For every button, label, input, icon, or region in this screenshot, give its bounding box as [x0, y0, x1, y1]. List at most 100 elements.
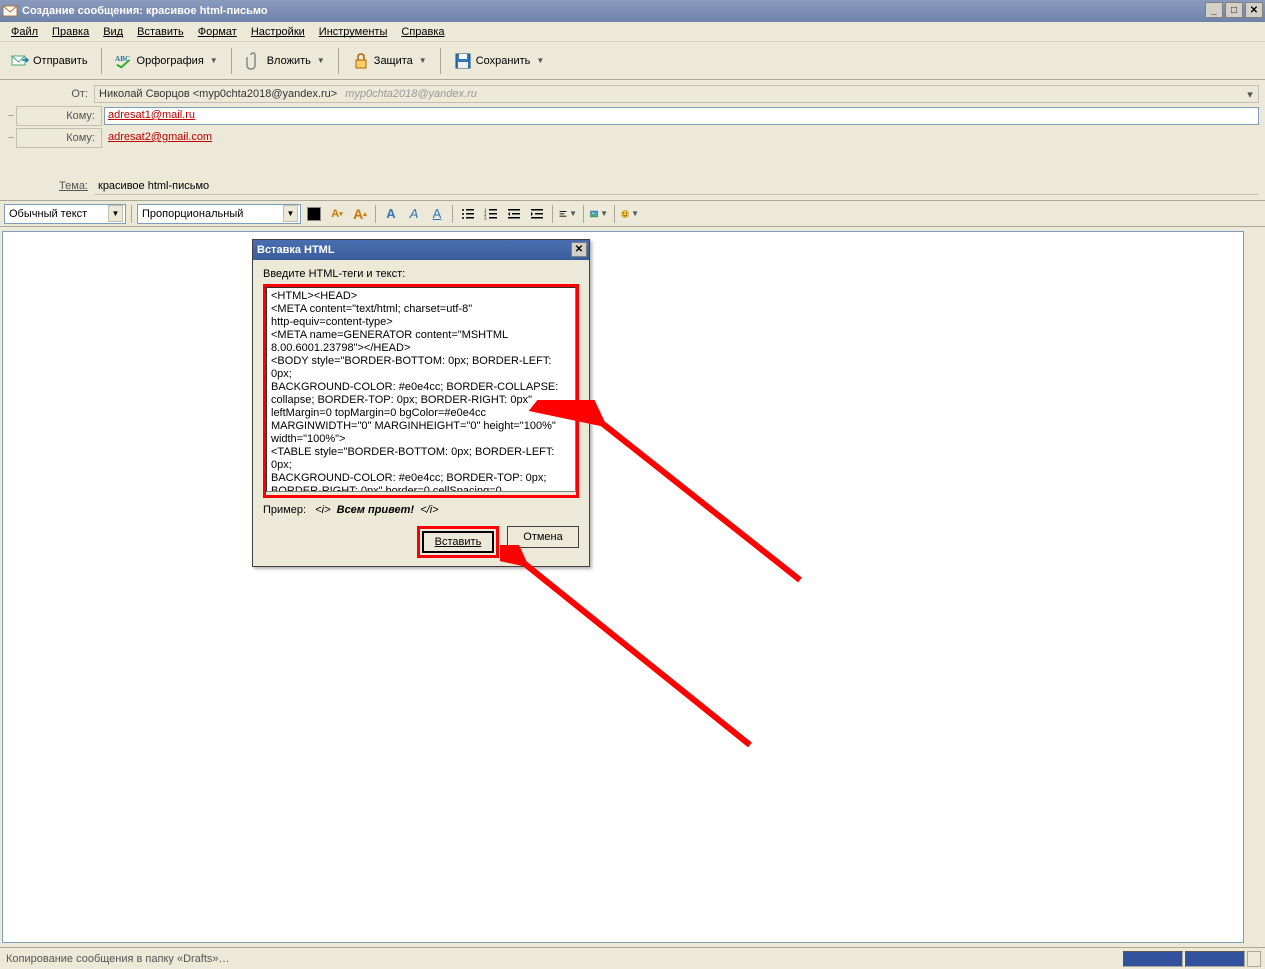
from-account: myp0chta2018@yandex.ru [345, 88, 477, 100]
insert-emoji-button[interactable]: ▼ [620, 204, 640, 224]
separator [338, 48, 339, 74]
dropdown-arrow-icon: ▼ [210, 56, 218, 65]
dialog-example: Пример: <i> Всем привет! </i> [263, 504, 579, 516]
subject-input[interactable] [94, 177, 1259, 195]
cancel-button[interactable]: Отмена [507, 526, 579, 548]
subject-label: Тема: [6, 176, 94, 196]
font-larger-button[interactable]: A▴ [350, 204, 370, 224]
indent-button[interactable] [527, 204, 547, 224]
insert-image-button[interactable]: ▼ [589, 204, 609, 224]
menu-tools[interactable]: Инструменты [312, 24, 395, 40]
italic-button[interactable]: A [404, 204, 424, 224]
dialog-buttons: Вставить Отмена [263, 526, 579, 558]
bullet-list-button[interactable] [458, 204, 478, 224]
dropdown-arrow-icon: ▼ [536, 56, 544, 65]
dialog-body: Введите HTML-теги и текст: Пример: <i> В… [253, 260, 589, 566]
dialog-titlebar: Вставка HTML ✕ [253, 240, 589, 260]
text-color-button[interactable] [304, 204, 324, 224]
remove-recipient-icon[interactable]: − [6, 110, 16, 122]
separator [452, 205, 453, 223]
attach-button[interactable]: Вложить ▼ [238, 47, 332, 75]
separator [614, 205, 615, 223]
security-label: Защита [374, 55, 413, 67]
window-titlebar: Создание сообщения: красивое html-письмо… [0, 0, 1265, 22]
dialog-close-button[interactable]: ✕ [571, 242, 587, 257]
svg-text:3: 3 [484, 217, 487, 221]
app-icon [2, 3, 18, 19]
bold-button[interactable]: A [381, 204, 401, 224]
message-body-editor[interactable] [2, 231, 1244, 943]
menu-file[interactable]: Файл [4, 24, 45, 40]
insert-html-dialog: Вставка HTML ✕ Введите HTML-теги и текст… [252, 239, 590, 567]
separator [583, 205, 584, 223]
from-label: От: [6, 84, 94, 104]
font-combo[interactable]: Пропорциональный▼ [137, 204, 301, 224]
separator [231, 48, 232, 74]
from-value: Николай Сворцов <myp0chta2018@yandex.ru> [95, 88, 337, 100]
spell-label: Орфография [137, 55, 204, 67]
underline-button[interactable]: A [427, 204, 447, 224]
save-label: Сохранить [476, 55, 531, 67]
to-row-1: − Кому: adresat1@mail.ru [6, 106, 1259, 126]
menu-view[interactable]: Вид [96, 24, 130, 40]
align-button[interactable]: ▼ [558, 204, 578, 224]
from-dropdown-icon[interactable]: ▾ [1242, 88, 1258, 101]
spellcheck-button[interactable]: ABC Орфография ▼ [108, 47, 225, 75]
spellcheck-icon: ABC [115, 52, 133, 70]
save-icon [454, 52, 472, 70]
separator [131, 205, 132, 223]
format-toolbar: Обычный текст▼ Пропорциональный▼ A▾ A▴ A… [0, 201, 1265, 227]
send-button[interactable]: Отправить [4, 47, 95, 75]
minimize-button[interactable]: _ [1205, 2, 1223, 18]
resize-grip[interactable] [1247, 951, 1261, 967]
menubar: Файл Правка Вид Вставить Формат Настройк… [0, 22, 1265, 42]
statusbar: Копирование сообщения в папку «Drafts»… [0, 947, 1265, 969]
from-row: От: Николай Сворцов <myp0chta2018@yandex… [6, 84, 1259, 104]
text-mode-combo[interactable]: Обычный текст▼ [4, 204, 126, 224]
status-cells [1123, 951, 1261, 967]
dialog-title: Вставка HTML [257, 244, 335, 256]
html-input-textarea[interactable] [266, 287, 576, 492]
to-label-button[interactable]: Кому: [16, 106, 102, 126]
menu-options[interactable]: Настройки [244, 24, 312, 40]
paperclip-icon [245, 52, 263, 70]
separator [552, 205, 553, 223]
security-button[interactable]: Защита ▼ [345, 47, 434, 75]
send-icon [11, 52, 29, 70]
save-button[interactable]: Сохранить ▼ [447, 47, 552, 75]
close-button[interactable]: ✕ [1245, 2, 1263, 18]
maximize-button[interactable]: □ [1225, 2, 1243, 18]
subject-row: Тема: [6, 176, 1259, 196]
attach-label: Вложить [267, 55, 311, 67]
status-text: Копирование сообщения в папку «Drafts»… [6, 953, 230, 965]
menu-edit[interactable]: Правка [45, 24, 96, 40]
right-gutter [1246, 231, 1263, 943]
dialog-prompt: Введите HTML-теги и текст: [263, 268, 579, 280]
status-cell [1185, 951, 1245, 967]
highlight-insert-button: Вставить [417, 526, 499, 558]
status-cell [1123, 951, 1183, 967]
numbered-list-button[interactable]: 123 [481, 204, 501, 224]
to-label-button[interactable]: Кому: [16, 128, 102, 148]
highlight-textarea [263, 284, 579, 498]
menu-format[interactable]: Формат [191, 24, 244, 40]
to-row-2: − Кому: adresat2@gmail.com [6, 128, 1259, 148]
lock-icon [352, 52, 370, 70]
remove-recipient-icon[interactable]: − [6, 132, 16, 144]
to-input-1[interactable]: adresat1@mail.ru [104, 107, 1259, 125]
window-controls: _ □ ✕ [1205, 2, 1263, 18]
message-headers: От: Николай Сворцов <myp0chta2018@yandex… [0, 80, 1265, 201]
menu-help[interactable]: Справка [394, 24, 451, 40]
separator [101, 48, 102, 74]
toolbar: Отправить ABC Орфография ▼ Вложить ▼ Защ… [0, 42, 1265, 80]
send-label: Отправить [33, 55, 88, 67]
insert-button[interactable]: Вставить [422, 531, 494, 553]
dropdown-arrow-icon: ▼ [317, 56, 325, 65]
to-input-2[interactable]: adresat2@gmail.com [104, 129, 1259, 147]
font-smaller-button[interactable]: A▾ [327, 204, 347, 224]
separator [375, 205, 376, 223]
outdent-button[interactable] [504, 204, 524, 224]
dropdown-arrow-icon: ▼ [419, 56, 427, 65]
window-title: Создание сообщения: красивое html-письмо [22, 5, 268, 17]
menu-insert[interactable]: Вставить [130, 24, 191, 40]
